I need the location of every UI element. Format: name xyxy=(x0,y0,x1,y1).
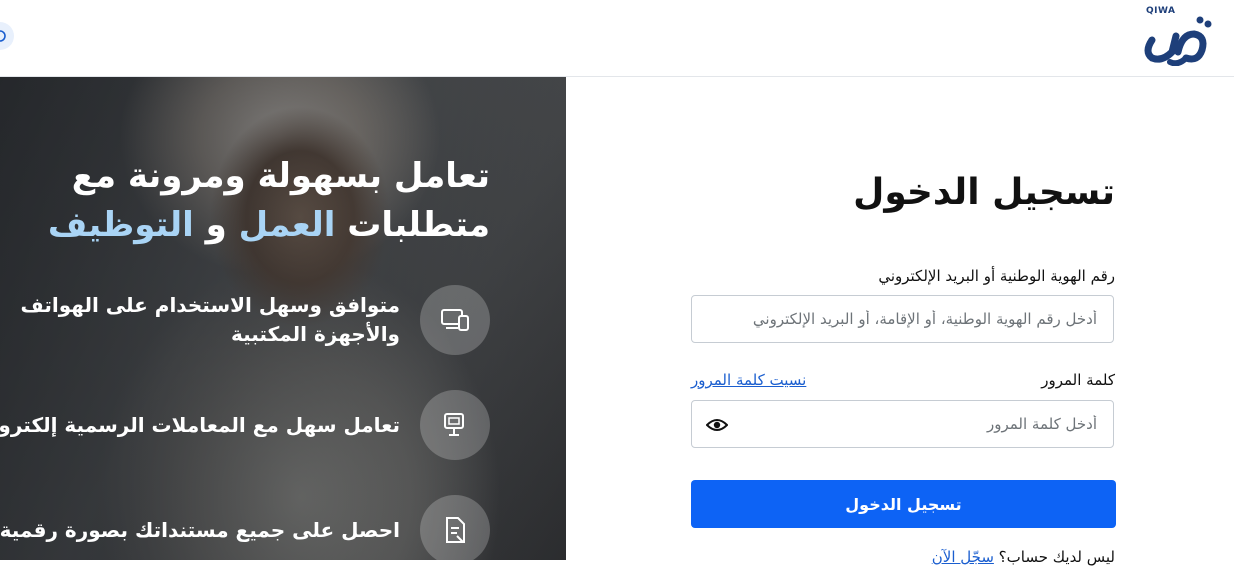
hero-highlight-work: العمل xyxy=(238,205,336,245)
top-header: QIWA xyxy=(0,0,1234,77)
login-title: تسجيل الدخول xyxy=(853,172,1115,213)
id-field-label: رقم الهوية الوطنية أو البريد الإلكتروني xyxy=(878,267,1115,285)
password-input[interactable] xyxy=(692,401,1113,447)
forgot-password-link[interactable]: نسيت كلمة المرور xyxy=(691,371,806,389)
password-input-wrapper xyxy=(691,400,1114,448)
devices-icon xyxy=(420,285,490,355)
logo-mark-icon xyxy=(1144,16,1212,66)
feature-item: متوافق وسهل الاستخدام على الهواتف والأجه… xyxy=(0,285,490,355)
id-input[interactable] xyxy=(692,296,1113,342)
signup-link[interactable]: سجّل الآن xyxy=(932,548,994,566)
hero-panel: تعامل بسهولة ومرونة مع متطلبات العمل و ا… xyxy=(0,77,566,560)
feature-item: تعامل سهل مع المعاملات الرسمية إلكترونيا… xyxy=(0,390,490,460)
language-switch-icon[interactable] xyxy=(0,22,14,50)
feature-item: احصل على جميع مستنداتك بصورة رقمية xyxy=(0,495,490,560)
feature-text: تعامل سهل مع المعاملات الرسمية إلكترونيا… xyxy=(0,411,400,440)
login-button[interactable]: تسجيل الدخول xyxy=(691,480,1116,528)
hero-title-line2: متطلبات العمل و التوظيف xyxy=(10,201,490,250)
feature-text-line: تعامل سهل مع المعاملات الرسمية إلكترونيا… xyxy=(0,412,400,437)
id-input-wrapper xyxy=(691,295,1114,343)
feature-text-line: احصل على جميع مستنداتك بصورة رقمية xyxy=(0,517,400,542)
password-field-label: كلمة المرور xyxy=(1041,371,1115,389)
hero-title: تعامل بسهولة ومرونة مع متطلبات العمل و ا… xyxy=(10,152,490,250)
hero-highlight-employment: التوظيف xyxy=(47,205,194,245)
document-icon xyxy=(420,495,490,560)
hero-title-text: و xyxy=(193,205,239,245)
feature-text-line: والأجهزة المكتبية xyxy=(230,322,400,346)
show-password-icon[interactable] xyxy=(706,414,728,436)
feature-text: متوافق وسهل الاستخدام على الهواتف والأجه… xyxy=(21,291,400,349)
monitor-icon xyxy=(420,390,490,460)
signup-prompt: ليس لديك حساب؟ سجّل الآن xyxy=(932,548,1115,566)
qiwa-logo[interactable]: QIWA xyxy=(1142,4,1212,66)
hero-title-line1: تعامل بسهولة ومرونة مع xyxy=(71,156,490,196)
signup-text: ليس لديك حساب؟ xyxy=(998,548,1115,566)
feature-text-line: متوافق وسهل الاستخدام على الهواتف xyxy=(20,293,400,317)
feature-text: احصل على جميع مستنداتك بصورة رقمية xyxy=(0,516,400,545)
hero-title-text: متطلبات xyxy=(335,205,490,245)
